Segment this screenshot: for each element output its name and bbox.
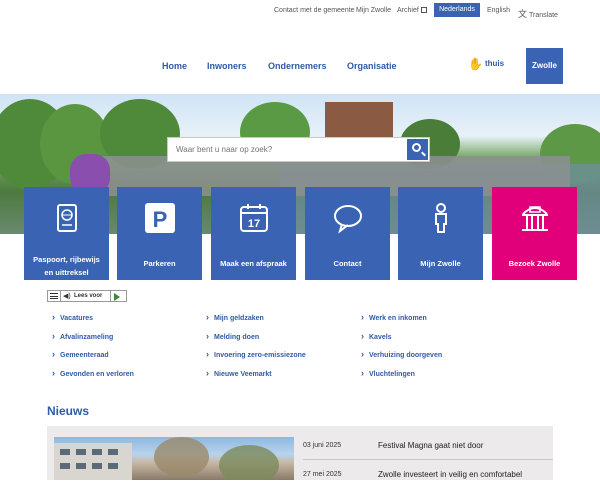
- news-date: 03 juni 2025: [303, 442, 342, 449]
- quicklink-melding-doen[interactable]: Melding doen: [206, 331, 259, 341]
- passport-icon: [57, 204, 77, 232]
- quicklink-gemeenteraad[interactable]: Gemeenteraad: [52, 349, 109, 359]
- thuis-logo[interactable]: ✋ thuis: [468, 57, 504, 71]
- contact-link[interactable]: Contact met de gemeente: [274, 7, 355, 14]
- zwolle-logo[interactable]: Zwolle: [526, 48, 563, 84]
- tile-label: Mijn Zwolle: [420, 259, 461, 268]
- tile-label: Maak een afspraak: [220, 259, 287, 268]
- search-box: [167, 137, 430, 162]
- nav-home[interactable]: Home: [162, 61, 187, 71]
- quicklink-werk-en-inkomen[interactable]: Werk en inkomen: [361, 312, 427, 322]
- translate-icon: 文: [518, 9, 528, 19]
- play-icon[interactable]: [114, 293, 120, 301]
- person-icon: [435, 203, 447, 233]
- news-item[interactable]: 27 mei 2025 Zwolle investeert in veilig …: [303, 463, 553, 489]
- archief-label: Archief: [397, 7, 419, 14]
- building-icon: [522, 206, 548, 231]
- nav-ondernemers[interactable]: Ondernemers: [268, 61, 327, 71]
- quicklink-kavels[interactable]: Kavels: [361, 331, 392, 341]
- tile-contact[interactable]: Contact: [305, 187, 390, 280]
- archief-link[interactable]: Archief: [397, 7, 427, 14]
- language-en-button[interactable]: English: [487, 7, 510, 14]
- read-aloud-label: Lees voor: [74, 293, 103, 299]
- translate-button[interactable]: 文 Translate: [518, 7, 558, 20]
- quicklink-mijn-geldzaken[interactable]: Mijn geldzaken: [206, 312, 264, 322]
- tile-paspoort[interactable]: Paspoort, rijbewijs en uittreksel: [24, 187, 109, 280]
- mijn-zwolle-link[interactable]: Mijn Zwolle: [356, 7, 391, 14]
- parking-icon: P: [145, 203, 175, 233]
- search-icon: [412, 143, 421, 152]
- external-link-icon: [420, 7, 427, 13]
- quicklink-afvalinzameling[interactable]: Afvalinzameling: [52, 331, 113, 341]
- news-section: 03 juni 2025 Festival Magna gaat niet do…: [47, 426, 553, 480]
- calendar-day: 17: [248, 218, 260, 230]
- menu-icon[interactable]: [50, 293, 58, 299]
- thuis-label: thuis: [484, 59, 505, 68]
- speaker-icon: ◀): [63, 293, 71, 300]
- read-aloud-bar: ◀) Lees voor: [47, 290, 127, 302]
- tile-mijn-zwolle[interactable]: Mijn Zwolle: [398, 187, 483, 280]
- news-headline[interactable]: Festival Magna gaat niet door: [378, 441, 553, 450]
- tile-afspraak[interactable]: 17 Maak een afspraak: [211, 187, 296, 280]
- tile-bezoek-zwolle[interactable]: Bezoek Zwolle: [492, 187, 577, 280]
- quicklink-zero-emissiezone[interactable]: Invoering zero-emissiezone: [206, 349, 306, 359]
- quicklink-gevonden-en-verloren[interactable]: Gevonden en verloren: [52, 368, 134, 378]
- news-item[interactable]: 03 juni 2025 Festival Magna gaat niet do…: [303, 434, 553, 460]
- divider: [60, 291, 61, 301]
- quicklink-verhuizing-doorgeven[interactable]: Verhuizing doorgeven: [361, 349, 442, 359]
- main-navigation: Home Inwoners Ondernemers Organisatie ✋ t…: [0, 48, 600, 84]
- quicklink-nieuwe-veemarkt[interactable]: Nieuwe Veemarkt: [206, 368, 272, 378]
- quicklink-vacatures[interactable]: Vacatures: [52, 312, 93, 322]
- news-headline[interactable]: Zwolle investeert in veilig en comfortab…: [378, 470, 553, 479]
- search-button[interactable]: [407, 139, 428, 160]
- tile-label: Bezoek Zwolle: [508, 259, 561, 268]
- divider: [110, 291, 111, 301]
- tile-label: Paspoort, rijbewijs en uittreksel: [33, 255, 100, 277]
- news-image[interactable]: [54, 437, 294, 480]
- quicklink-vluchtelingen[interactable]: Vluchtelingen: [361, 368, 415, 378]
- tile-label: Parkeren: [143, 259, 176, 268]
- nav-inwoners[interactable]: Inwoners: [207, 61, 247, 71]
- tile-parkeren[interactable]: P Parkeren: [117, 187, 202, 280]
- nav-organisatie[interactable]: Organisatie: [347, 61, 397, 71]
- hand-icon: ✋: [468, 57, 483, 71]
- search-input[interactable]: [176, 145, 406, 154]
- news-date: 27 mei 2025: [303, 471, 342, 478]
- calendar-icon: 17: [240, 204, 268, 232]
- tile-label: Contact: [333, 259, 362, 268]
- translate-label: Translate: [529, 12, 558, 19]
- speech-bubble-icon: [334, 205, 362, 234]
- language-nl-button[interactable]: Nederlands: [434, 3, 480, 17]
- news-heading: Nieuws: [47, 404, 90, 418]
- utility-bar: Contact met de gemeente Mijn Zwolle Arch…: [0, 0, 600, 22]
- svg-text:P: P: [153, 207, 168, 232]
